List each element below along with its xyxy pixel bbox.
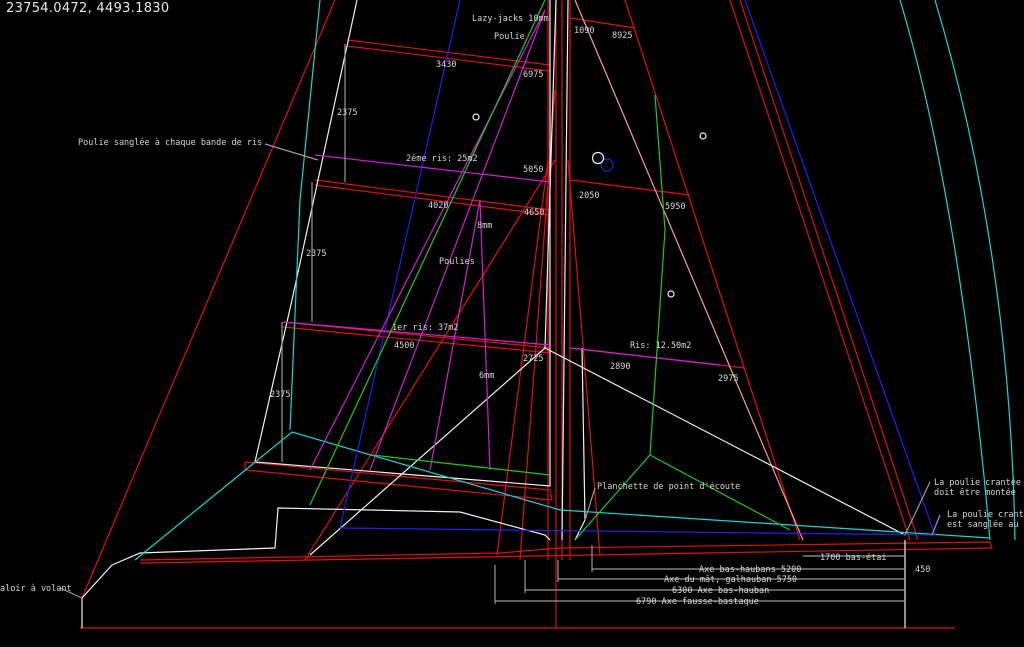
label-axe-fausse: 6790 Axe fausse-bastaque <box>636 597 759 607</box>
red-line-left-2 <box>304 159 556 561</box>
cyan-jib-curve <box>899 0 991 541</box>
sail-plan-drawing[interactable]: Lazy-jacks 10mm Poulie 1090 8925 3430 69… <box>0 0 1024 647</box>
dim-2375-b: 2375 <box>306 249 326 259</box>
dim-2890: 2890 <box>610 362 630 372</box>
label-doit-etre: doit être montée <box>934 487 1016 498</box>
label-avaloir: aloir à volant <box>0 584 72 594</box>
dim-2050: 2050 <box>579 191 599 201</box>
dim-4500: 4500 <box>394 341 414 351</box>
green-jib-batten <box>574 94 666 541</box>
label-ris2: 2ème ris: 25m2 <box>406 153 478 164</box>
dim-8925: 8925 <box>612 31 632 41</box>
label-axe-bas-hauban: 6300 Axe bas-hauban <box>672 586 769 596</box>
dim-2725: 2725 <box>523 354 543 364</box>
lazyjack-2 <box>369 9 546 471</box>
dim-4020: 4020 <box>428 201 448 211</box>
jib-luff <box>561 0 569 541</box>
leader-poulie-sanglee <box>264 143 319 161</box>
shroud-right-1 <box>729 0 911 541</box>
label-poulie: Poulie <box>494 32 525 42</box>
pulley-circle-3 <box>699 132 707 140</box>
dim-2375-a: 2375 <box>337 108 357 118</box>
jib-foot-2 <box>581 347 586 521</box>
label-axe-bas-haubans: Axe bas-haubans 5200 <box>699 565 801 575</box>
dim-4650: 4650 <box>524 208 544 218</box>
label-axe-mat: Axe du mât, galhauban 5750 <box>664 575 797 585</box>
jib-leech <box>574 0 804 541</box>
hull-outline <box>81 507 551 628</box>
leader-crantee-2 <box>931 514 941 536</box>
label-poulie-sanglee: Poulie sanglée à chaque bande de ris <box>78 137 262 148</box>
dim-5950: 5950 <box>665 202 685 212</box>
jib-sheet-line-2 <box>309 347 546 556</box>
dim-2375-c: 2375 <box>270 390 290 400</box>
leader-planchette <box>584 487 596 521</box>
label-poulie-crantee-1: La poulie crantée <box>934 477 1021 488</box>
green-line-3 <box>371 454 551 476</box>
dim-3430: 3430 <box>436 60 456 70</box>
dim-5050: 5050 <box>523 165 543 175</box>
leader-crantee-1 <box>904 481 931 536</box>
pulley-circle-1 <box>472 113 480 121</box>
label-planchette: Planchette de point d'écoute <box>597 481 740 492</box>
dim-1090: 1090 <box>574 26 594 36</box>
label-lazy-jacks: Lazy-jacks 10mm <box>472 14 549 24</box>
green-line-2 <box>649 454 791 531</box>
shroud-right-2 <box>739 0 919 541</box>
cyan-leech-main <box>289 0 321 431</box>
label-poulies: Poulies <box>439 257 475 267</box>
dim-450: 450 <box>915 565 930 575</box>
dim-6975: 6975 <box>523 70 543 80</box>
dim-8mm: 8mm <box>477 221 492 231</box>
label-ris1: 1er ris: 37m2 <box>392 323 459 333</box>
blue-line-2 <box>744 0 936 536</box>
lazyjack-4 <box>479 199 491 471</box>
label-poulie-crantee-2: La poulie crantée <box>947 509 1024 520</box>
dim-6mm: 6mm <box>479 371 494 381</box>
label-ris-foc: Ris: 12.50m2 <box>630 341 691 351</box>
label-est-sanglee: est sanglée au <box>947 519 1019 530</box>
dim-2975: 2975 <box>718 374 738 384</box>
cyan-jib-curve-2 <box>934 0 1016 541</box>
pulley-circle-4 <box>667 290 675 298</box>
label-bas-etai: 1700 bas-étai <box>820 552 887 563</box>
pulley-circle-2 <box>591 151 605 165</box>
mainsail-leech <box>254 0 551 487</box>
